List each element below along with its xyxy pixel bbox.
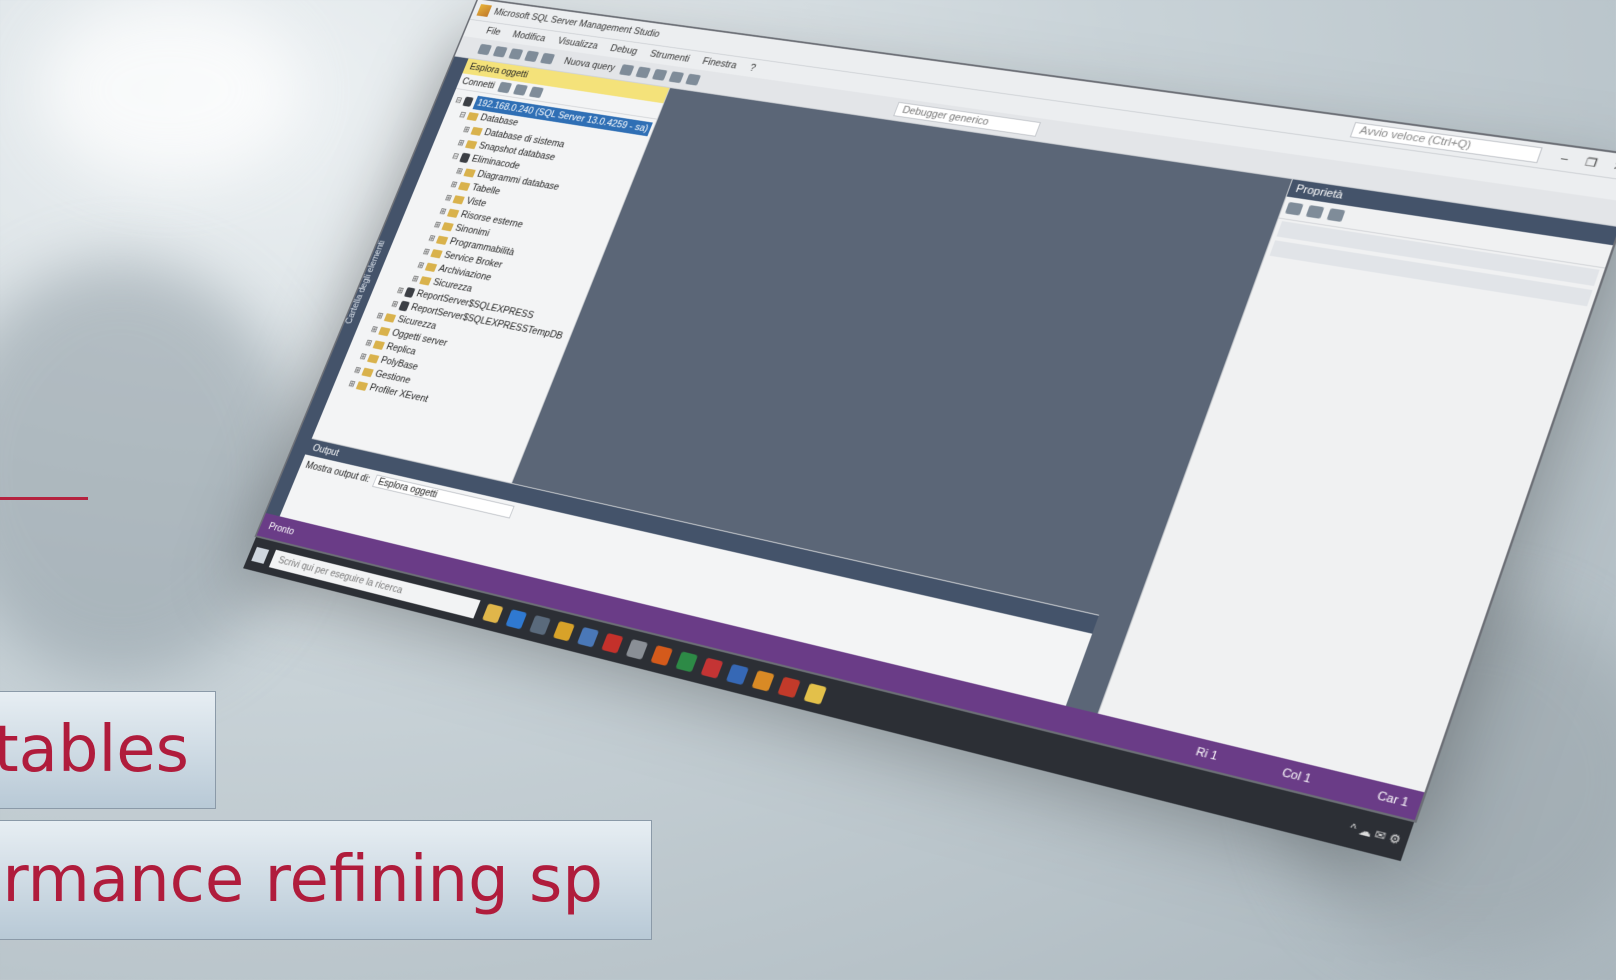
new-project-icon[interactable] — [508, 48, 524, 60]
ssms-app-icon — [476, 4, 492, 17]
folder-icon — [419, 275, 432, 286]
refresh-icon[interactable] — [528, 86, 544, 99]
ssms-taskbar-icon[interactable] — [751, 670, 775, 692]
query-analysis-icon[interactable] — [635, 66, 652, 79]
folder-icon — [435, 235, 449, 245]
folder-icon — [466, 111, 480, 121]
query-db-icon[interactable] — [619, 64, 635, 76]
menu-help[interactable]: ? — [748, 63, 757, 74]
slide-caption-1-text: tables — [0, 713, 189, 787]
status-char: Car 1 — [1375, 789, 1411, 810]
folder-icon — [355, 380, 369, 391]
menu-strumenti[interactable]: Strumenti — [648, 49, 691, 65]
redo-icon[interactable] — [685, 73, 702, 86]
property-pages-icon[interactable] — [1326, 208, 1346, 222]
system-tray[interactable]: ^ ☁ ✉ ⚙ — [1348, 820, 1403, 847]
menu-debug[interactable]: Debug — [608, 43, 639, 57]
calculator-icon[interactable] — [529, 615, 551, 636]
file-explorer-icon[interactable] — [481, 603, 504, 624]
menu-finestra[interactable]: Finestra — [701, 56, 739, 71]
ssms-window: Microsoft SQL Server Management Studio A… — [243, 0, 1616, 862]
start-icon[interactable] — [251, 546, 270, 564]
folder-icon — [447, 208, 460, 218]
open-file-icon[interactable] — [524, 50, 540, 63]
app-icon[interactable] — [650, 645, 673, 667]
app-icon[interactable] — [725, 663, 749, 686]
menu-modifica[interactable]: Modifica — [511, 29, 547, 43]
app-icon[interactable] — [675, 651, 699, 673]
database-icon — [398, 300, 411, 312]
menu-visualizza[interactable]: Visualizza — [556, 36, 600, 52]
connect-button[interactable]: Connetti — [460, 76, 496, 91]
folder-icon — [441, 221, 455, 231]
connect-icon[interactable] — [497, 81, 513, 94]
settings-icon[interactable] — [625, 639, 649, 660]
folder-icon — [361, 367, 374, 377]
folder-icon — [465, 139, 478, 149]
folder-icon — [452, 194, 466, 205]
store-icon[interactable] — [552, 620, 575, 642]
notes-icon[interactable] — [803, 683, 827, 705]
query-mdx-icon[interactable] — [652, 68, 668, 81]
slide-caption-2-text: rmance refining sp — [2, 843, 603, 917]
app-icon[interactable] — [700, 657, 724, 679]
forward-icon[interactable] — [492, 46, 508, 58]
powerpoint-icon[interactable] — [777, 676, 801, 699]
acrobat-icon[interactable] — [601, 632, 624, 654]
accent-line — [0, 497, 88, 500]
filter-icon[interactable] — [512, 84, 529, 96]
status-row: Ri 1 — [1194, 745, 1220, 764]
folder-icon — [372, 339, 386, 350]
folder-icon — [463, 168, 477, 178]
categorized-icon[interactable] — [1284, 201, 1304, 216]
menu-file[interactable]: File — [485, 26, 503, 38]
new-query-button[interactable]: Nuova query — [562, 56, 617, 73]
alphabetical-icon[interactable] — [1305, 205, 1325, 219]
status-col: Col 1 — [1280, 766, 1313, 786]
status-state: Pronto — [266, 520, 296, 538]
database-icon — [459, 152, 471, 163]
folder-icon — [430, 248, 443, 259]
folder-icon — [367, 353, 380, 364]
folder-icon — [470, 126, 484, 136]
folder-icon — [378, 326, 391, 336]
back-icon[interactable] — [477, 43, 493, 56]
undo-icon[interactable] — [668, 71, 685, 84]
slide-caption-1: tables — [0, 691, 216, 809]
slide-caption-2: rmance refining sp — [0, 820, 652, 940]
database-icon — [404, 286, 416, 298]
save-icon[interactable] — [539, 52, 556, 65]
teams-icon[interactable] — [576, 626, 600, 648]
edge-browser-icon[interactable] — [505, 609, 528, 630]
folder-icon — [424, 262, 438, 272]
folder-icon — [458, 181, 471, 191]
server-icon — [462, 96, 474, 107]
folder-icon — [383, 312, 397, 323]
